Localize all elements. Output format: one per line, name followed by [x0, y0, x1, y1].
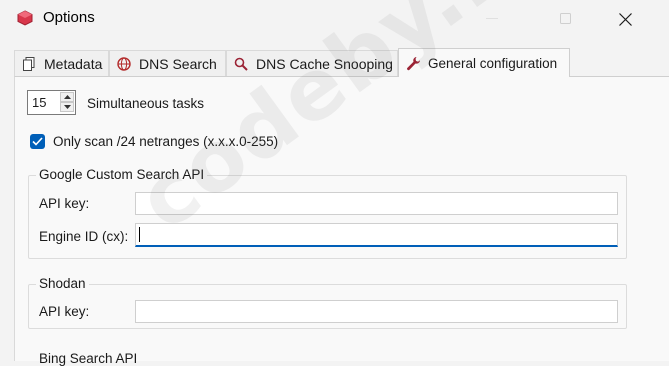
shodan-api-key-input[interactable] — [135, 300, 618, 323]
checkmark-icon — [32, 137, 43, 146]
wrench-icon — [405, 55, 421, 71]
triangle-down-icon — [63, 105, 71, 109]
globe-icon — [116, 56, 132, 72]
tab-dns-search-label: DNS Search — [139, 55, 217, 72]
engine-id-input[interactable] — [135, 223, 618, 247]
bing-group-title: Bing Search API — [39, 351, 138, 366]
stepper-up-button[interactable] — [60, 92, 74, 102]
close-button[interactable] — [602, 0, 648, 38]
maximize-icon — [560, 13, 571, 24]
stepper-down-button[interactable] — [60, 102, 74, 112]
tab-dns-search[interactable]: DNS Search — [109, 50, 226, 76]
triangle-up-icon — [63, 95, 71, 99]
google-search-group-title: Google Custom Search API — [36, 167, 208, 182]
shodan-api-key-label: API key: — [39, 304, 90, 319]
shodan-group-title: Shodan — [36, 276, 89, 291]
tab-strip: Metadata DNS Search DNS Cache Snooping G… — [0, 48, 669, 77]
tab-general-configuration-label: General configuration — [428, 55, 558, 71]
minimize-button[interactable] — [469, 0, 515, 38]
google-api-key-input[interactable] — [135, 192, 618, 215]
only-scan-checkbox[interactable] — [30, 134, 45, 149]
tab-metadata[interactable]: Metadata — [14, 50, 109, 76]
only-scan-label: Only scan /24 netranges (x.x.x.0-255) — [53, 134, 279, 149]
simultaneous-tasks-value[interactable]: 15 — [32, 95, 46, 110]
magnifier-icon — [233, 56, 249, 72]
close-icon — [618, 12, 632, 26]
tab-dns-cache-snooping-label: DNS Cache Snooping — [256, 55, 393, 72]
minimize-icon — [486, 18, 498, 19]
google-api-key-label: API key: — [39, 196, 90, 211]
tab-general-configuration[interactable]: General configuration — [398, 48, 570, 77]
title-bar: Options — [0, 0, 669, 38]
simultaneous-tasks-stepper[interactable]: 15 — [27, 90, 76, 115]
app-logo-icon — [16, 10, 34, 26]
engine-id-label: Engine ID (cx): — [39, 229, 129, 244]
window-title: Options — [43, 9, 95, 26]
tab-dns-cache-snooping[interactable]: DNS Cache Snooping — [226, 50, 398, 76]
maximize-button[interactable] — [543, 0, 589, 38]
document-icon — [21, 56, 37, 72]
simultaneous-tasks-label: Simultaneous tasks — [87, 96, 205, 111]
tab-metadata-label: Metadata — [44, 55, 103, 72]
text-caret — [139, 227, 140, 242]
